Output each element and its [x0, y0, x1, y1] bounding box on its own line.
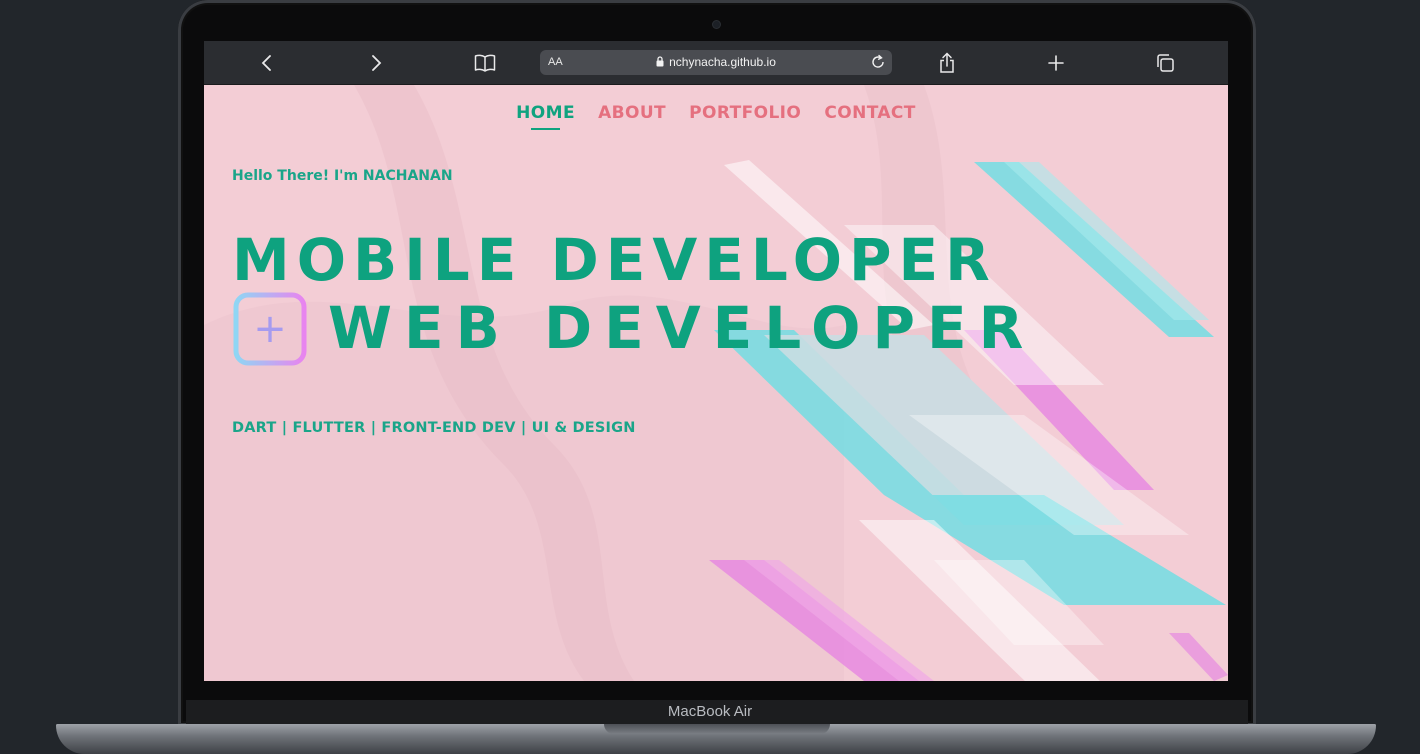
book-icon[interactable] [473, 51, 497, 75]
lock-icon [656, 56, 664, 70]
hero-greeting: Hello There! I'm NACHANAN [232, 168, 453, 184]
browser-toolbar: AA nchynacha.github.io [204, 41, 1228, 85]
reload-icon[interactable] [870, 54, 886, 73]
chevron-left-icon[interactable] [255, 51, 279, 75]
address-bar[interactable]: AA nchynacha.github.io [540, 50, 892, 75]
headline-web-developer: WEB DEVELOPER [328, 294, 1036, 362]
laptop-notch [604, 724, 830, 734]
camera-dot [713, 21, 720, 28]
nav-contact[interactable]: CONTACT [824, 103, 915, 129]
headline-mobile-developer: MOBILE DEVELOPER [232, 226, 997, 294]
plus-badge-icon: + [233, 292, 307, 366]
model-label: MacBook Air [667, 703, 753, 720]
nav-portfolio[interactable]: PORTFOLIO [689, 103, 801, 129]
nav-home[interactable]: HOME [516, 103, 575, 130]
laptop-screen: AA nchynacha.github.io HOME ABOUT PORTFO… [204, 41, 1228, 681]
url-text: nchynacha.github.io [669, 55, 776, 69]
plus-icon[interactable] [1044, 51, 1068, 75]
main-nav: HOME ABOUT PORTFOLIO CONTACT [204, 103, 1228, 130]
chevron-right-icon[interactable] [364, 51, 388, 75]
tabs-icon[interactable] [1153, 51, 1177, 75]
share-icon[interactable] [935, 51, 959, 75]
plus-symbol: + [253, 306, 287, 352]
portfolio-page: HOME ABOUT PORTFOLIO CONTACT Hello There… [204, 85, 1228, 681]
nav-about[interactable]: ABOUT [598, 103, 666, 129]
skills-tags: DART | FLUTTER | FRONT-END DEV | UI & DE… [232, 420, 636, 436]
